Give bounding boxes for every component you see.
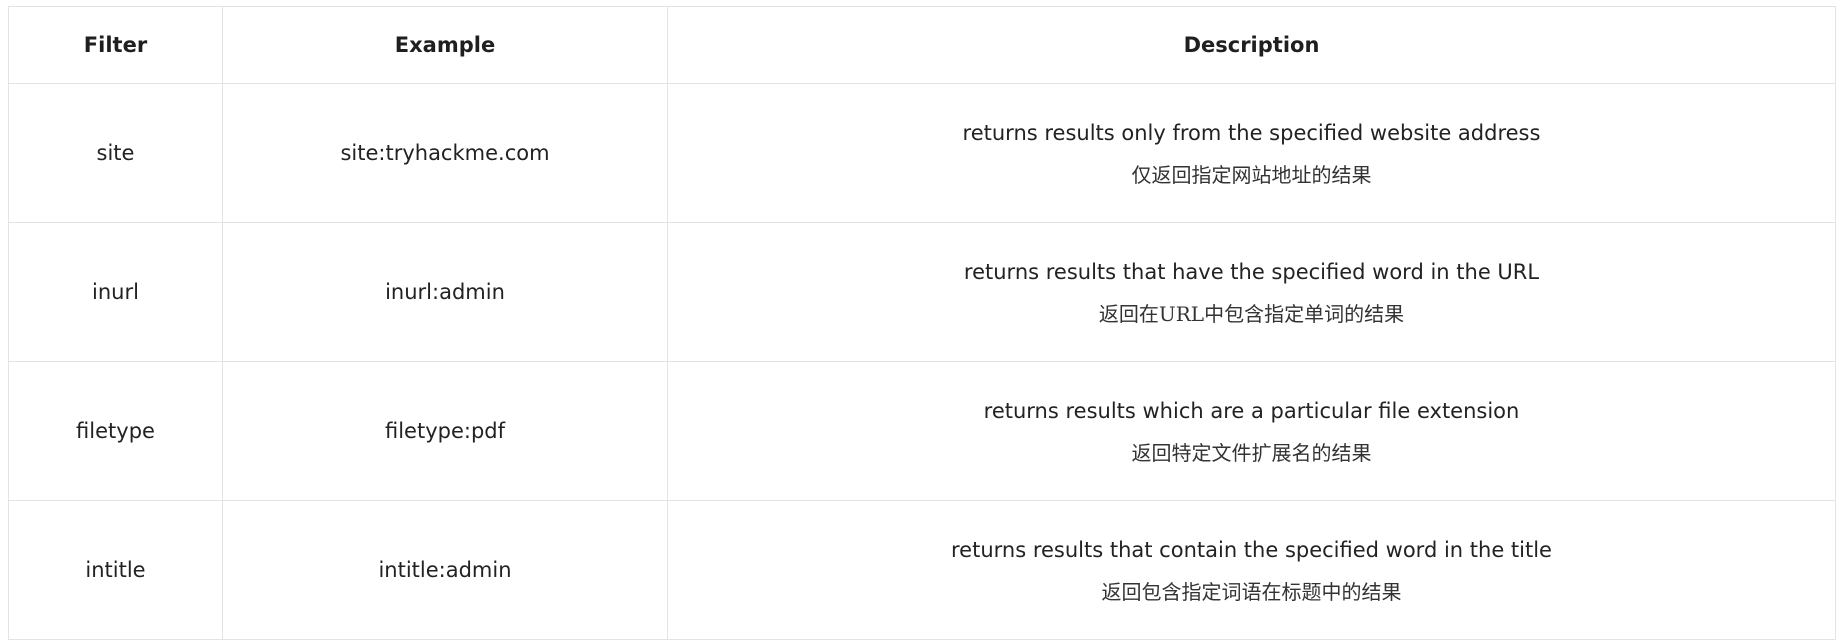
table-body: site site:tryhackme.com returns results …	[8, 83, 1836, 640]
search-filters-table-container: Filter Example Description site site:try…	[8, 6, 1836, 640]
table-header: Filter Example Description	[8, 6, 1836, 84]
description-english: returns results that contain the specifi…	[951, 538, 1552, 562]
description-chinese: 仅返回指定网站地址的结果	[1131, 163, 1372, 187]
description-english: returns results that have the specified …	[963, 260, 1540, 284]
header-example: Example	[222, 6, 668, 84]
description-cell: returns results only from the specified …	[667, 83, 1836, 223]
table-row: intitle intitle:admin returns results th…	[8, 500, 1836, 640]
table-row: inurl inurl:admin returns results that h…	[8, 222, 1836, 362]
header-filter: Filter	[8, 6, 223, 84]
example-cell: inurl:admin	[222, 222, 668, 362]
header-description: Description	[667, 6, 1836, 84]
description-english: returns results which are a particular f…	[983, 399, 1520, 423]
example-cell: site:tryhackme.com	[222, 83, 668, 223]
example-cell: intitle:admin	[222, 500, 668, 640]
description-chinese: 返回特定文件扩展名的结果	[1131, 441, 1372, 465]
example-cell: filetype:pdf	[222, 361, 668, 501]
description-cell: returns results that have the specified …	[667, 222, 1836, 362]
description-chinese: 返回包含指定词语在标题中的结果	[1101, 580, 1402, 604]
description-chinese: 返回在URL中包含指定单词的结果	[1098, 302, 1405, 326]
filter-cell: filetype	[8, 361, 223, 501]
description-cell: returns results that contain the specifi…	[667, 500, 1836, 640]
header-row: Filter Example Description	[8, 6, 1836, 84]
description-english: returns results only from the specified …	[962, 121, 1541, 145]
description-cell: returns results which are a particular f…	[667, 361, 1836, 501]
search-filters-table: Filter Example Description site site:try…	[8, 6, 1836, 640]
filter-cell: site	[8, 83, 223, 223]
table-row: filetype filetype:pdf returns results wh…	[8, 361, 1836, 501]
filter-cell: inurl	[8, 222, 223, 362]
filter-cell: intitle	[8, 500, 223, 640]
table-row: site site:tryhackme.com returns results …	[8, 83, 1836, 223]
